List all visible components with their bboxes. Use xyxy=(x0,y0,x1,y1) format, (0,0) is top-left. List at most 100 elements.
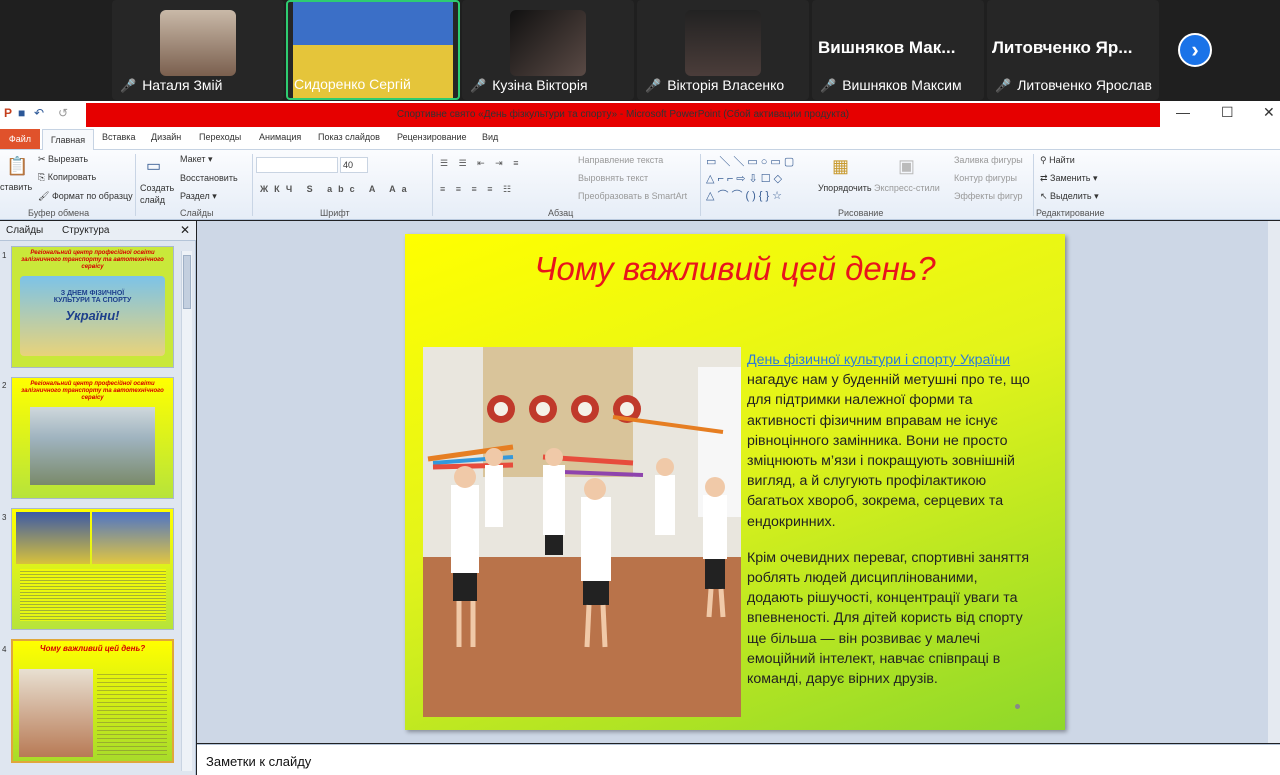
tab-transitions[interactable]: Переходы xyxy=(199,132,241,142)
quick-styles-button[interactable]: Экспресс-стили xyxy=(874,183,940,193)
font-group-label: Шрифт xyxy=(320,208,350,218)
quick-styles-icon[interactable]: ▣ xyxy=(898,156,915,177)
slide-title[interactable]: Чому важливий цей день? xyxy=(405,250,1065,288)
participant-display-name: Литовченко Яр... xyxy=(992,38,1133,57)
arrange-button[interactable]: Упорядочить xyxy=(818,183,872,193)
tab-review[interactable]: Рецензирование xyxy=(397,132,467,142)
find-button[interactable]: ⚲ Найти xyxy=(1040,155,1075,166)
thumb-text-lines xyxy=(20,569,166,621)
ribbon-tabs: Файл Главная Вставка Дизайн Переходы Ани… xyxy=(0,128,1280,150)
save-icon[interactable]: ■ xyxy=(18,106,25,120)
powerpoint-logo-icon: P xyxy=(4,106,13,120)
separator xyxy=(1033,154,1034,216)
tab-home[interactable]: Главная xyxy=(42,129,94,150)
replace-button[interactable]: ⇄ Заменить ▾ xyxy=(1040,173,1098,184)
align-text-button[interactable]: Выровнять текст xyxy=(578,173,648,183)
window-title: Спортивне свято «День фізкультури та спо… xyxy=(86,103,1160,127)
reset-button[interactable]: Восстановить xyxy=(180,173,238,183)
slide-thumbnail-4-selected[interactable]: Чому важливий цей день? xyxy=(11,639,174,763)
participant-name: 🎤 Вікторія Власенко xyxy=(645,77,785,93)
slide-body-text[interactable]: День фізичної культури і спорту України … xyxy=(747,350,1037,705)
font-family-select[interactable] xyxy=(256,157,338,173)
thumb-text-lines xyxy=(97,671,167,755)
slide-thumbnail-2[interactable]: Регіональний центр професійної освіти за… xyxy=(11,377,174,499)
paste-icon[interactable]: 📋 xyxy=(6,156,28,177)
new-slide-button[interactable]: Создать слайд xyxy=(140,182,176,206)
font-format-buttons[interactable]: ЖКЧ S abc A Aa xyxy=(260,184,413,194)
shape-fill-button[interactable]: Заливка фигуры xyxy=(954,155,1023,165)
shape-outline-button[interactable]: Контур фигуры xyxy=(954,173,1017,183)
pane-scrollbar[interactable] xyxy=(181,251,192,771)
shape-effects-button[interactable]: Эффекты фигур xyxy=(954,191,1023,201)
participant-tile[interactable]: 🎤 Вікторія Власенко xyxy=(637,0,809,100)
maximize-icon[interactable]: ☐ xyxy=(1221,104,1234,121)
shapes-gallery[interactable]: ▭＼＼▭○▭▢ △⌐⌐⇨⇩☐◇ △⌒⌒(){}☆ xyxy=(706,154,810,205)
close-pane-icon[interactable]: ✕ xyxy=(180,223,190,237)
tab-insert[interactable]: Вставка xyxy=(102,132,135,142)
minimize-icon[interactable]: — xyxy=(1176,104,1190,120)
close-icon[interactable]: ✕ xyxy=(1263,104,1275,121)
slide-paragraph-1: День фізичної культури і спорту України … xyxy=(747,350,1037,532)
thumb-building-image xyxy=(30,407,155,485)
copy-button[interactable]: ⎘ Копировать xyxy=(38,172,96,183)
undo-icon[interactable]: ↶ xyxy=(34,106,44,120)
participant-name: Сидоренко Сергій xyxy=(294,76,411,92)
participant-tile-active[interactable]: Сидоренко Сергій xyxy=(286,0,460,100)
text-direction-button[interactable]: Направление текста xyxy=(578,155,663,165)
editor-vertical-scrollbar[interactable] xyxy=(1268,221,1280,743)
convert-smartart-button[interactable]: Преобразовать в SmartArt xyxy=(578,191,687,201)
paste-button[interactable]: ставить xyxy=(0,182,32,192)
align-buttons[interactable]: ≡ ≡ ≡ ≡ ☷ xyxy=(440,184,515,195)
list-buttons[interactable]: ☰ ☰ ⇤ ⇥ ≡ xyxy=(440,158,522,169)
paragraph-1-text: нагадує нам у буденній метушні про те, щ… xyxy=(747,372,1030,530)
participant-tile[interactable]: 🎤 Кузіна Вікторія xyxy=(462,0,634,100)
slide-number: 3 xyxy=(2,513,7,522)
thumb-banner: З ДНЕМ ФІЗИЧНОЇ КУЛЬТУРИ ТА СПОРТУ Украї… xyxy=(20,276,165,356)
participant-name: 🎤 Вишняков Максим xyxy=(820,77,962,93)
muted-mic-icon: 🎤 xyxy=(120,78,137,93)
format-painter-button[interactable]: 🖌 Формат по образцу xyxy=(38,191,133,202)
notes-placeholder: Заметки к слайду xyxy=(206,754,312,769)
participant-name: 🎤 Наталя Змій xyxy=(120,77,223,93)
slide-thumbnail-3[interactable] xyxy=(11,508,174,630)
scrollbar-thumb[interactable] xyxy=(183,255,191,309)
holiday-link[interactable]: День фізичної культури і спорту України xyxy=(747,352,1010,368)
tab-animations[interactable]: Анимация xyxy=(259,132,301,142)
section-button[interactable]: Раздел ▾ xyxy=(180,191,217,202)
thumb-athlete-image xyxy=(16,512,90,564)
cursor-icon: ↖ xyxy=(1040,191,1051,201)
participant-name: 🎤 Литовченко Ярослав xyxy=(995,77,1152,93)
tab-view[interactable]: Вид xyxy=(482,132,498,142)
font-size-select[interactable]: 40 xyxy=(340,157,368,173)
slide-editor: Чому важливий цей день? День фізичної ку… xyxy=(197,221,1280,743)
tab-slideshow[interactable]: Показ слайдов xyxy=(318,132,380,142)
redo-icon[interactable]: ↺ xyxy=(58,106,68,120)
participant-video xyxy=(510,10,586,76)
slides-pane: Слайды Структура ✕ 1 Регіональний центр … xyxy=(0,221,196,775)
cut-button[interactable]: ✂ Вырезать xyxy=(38,154,88,165)
separator xyxy=(252,154,253,216)
arrange-icon[interactable]: ▦ xyxy=(832,156,849,177)
binoculars-icon: ⚲ xyxy=(1040,155,1050,165)
layout-button[interactable]: Макет ▾ xyxy=(180,154,213,165)
tab-outline[interactable]: Структура xyxy=(62,225,109,236)
brush-icon: 🖌 xyxy=(38,191,52,201)
current-slide[interactable]: Чому важливий цей день? День фізичної ку… xyxy=(405,234,1065,730)
children-exercise-photo[interactable] xyxy=(423,347,741,717)
slide-notes-pane[interactable]: Заметки к слайду xyxy=(197,744,1280,775)
slides-group-label: Слайды xyxy=(180,208,214,218)
slide-number: 1 xyxy=(2,251,7,260)
tab-file[interactable]: Файл xyxy=(0,129,40,149)
participant-tile[interactable]: 🎤 Наталя Змій xyxy=(112,0,284,100)
window-title-bar: P ■ ↶ ↺ Спортивне свято «День фізкультур… xyxy=(0,101,1280,128)
slide-paragraph-2: Крім очевидних переваг, спортивні занятт… xyxy=(747,549,1030,688)
replace-icon: ⇄ xyxy=(1040,173,1051,183)
select-button[interactable]: ↖ Выделить ▾ xyxy=(1040,191,1099,202)
resize-handle[interactable] xyxy=(1015,704,1020,709)
new-slide-icon[interactable]: ▭ xyxy=(146,156,161,176)
slide-thumbnail-1[interactable]: Регіональний центр професійної освіти за… xyxy=(11,246,174,368)
next-page-button[interactable]: › xyxy=(1178,33,1212,67)
tab-design[interactable]: Дизайн xyxy=(151,132,181,142)
tab-slides[interactable]: Слайды xyxy=(6,225,43,236)
participant-video xyxy=(685,10,761,76)
